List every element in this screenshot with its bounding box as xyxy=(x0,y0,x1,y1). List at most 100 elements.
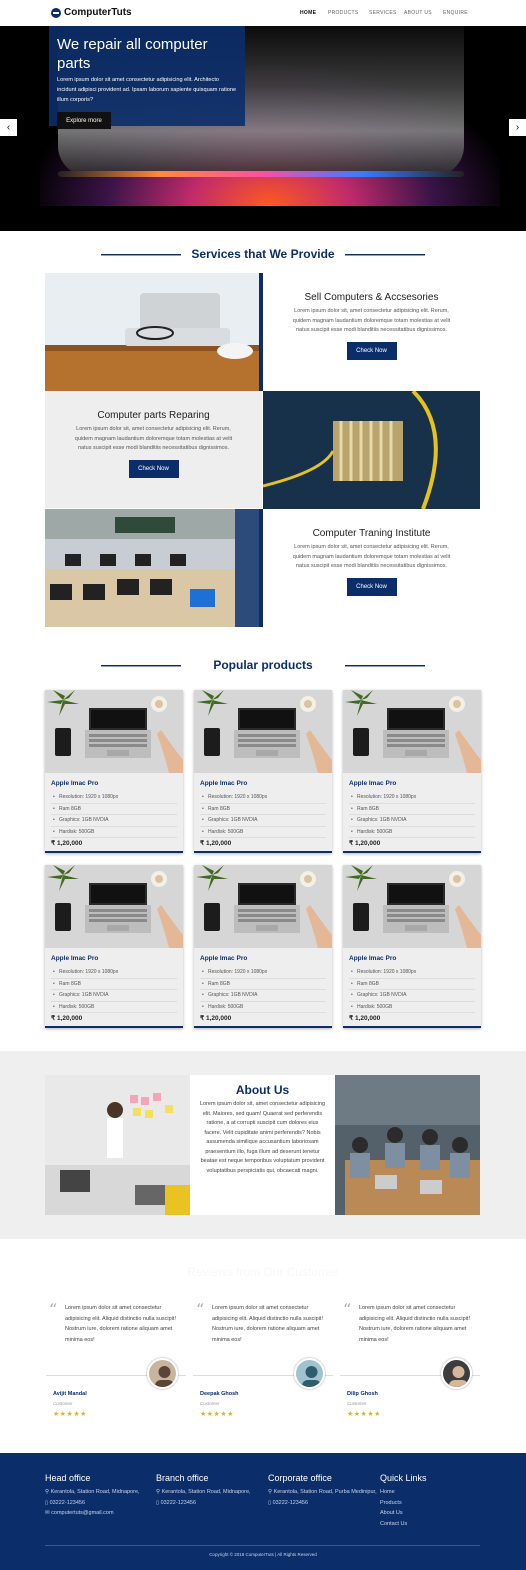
product-image xyxy=(343,865,481,948)
product-name[interactable]: Apple Imac Pro xyxy=(349,780,396,787)
product-spec: Graphics: 1GB NVDIA xyxy=(200,815,326,827)
footer-branch-office: Branch office ⚲ Kerantola, Station Road,… xyxy=(156,1473,266,1508)
footer-quick-links: Quick Links Home Products About Us Conta… xyxy=(380,1473,490,1529)
footer-phone: 03222-123456 xyxy=(49,1499,86,1506)
about-title: About Us xyxy=(235,1083,290,1097)
product-name[interactable]: Apple Imac Pro xyxy=(51,955,98,962)
footer-heading: Branch office xyxy=(156,1473,209,1483)
footer-link-about-us[interactable]: About Us xyxy=(380,1508,490,1519)
check-now-button[interactable]: Check Now xyxy=(128,459,179,478)
product-card[interactable]: Apple Imac Pro Resolution: 1920 x 1080pxR… xyxy=(194,690,332,853)
explore-more-button[interactable]: Explore more xyxy=(57,112,111,129)
footer-heading: Head office xyxy=(45,1473,91,1483)
product-price: ₹ 1,20,000 xyxy=(349,840,381,847)
service-image-institute xyxy=(45,509,262,627)
product-image xyxy=(194,865,332,948)
product-spec: Hardisk: 500GB xyxy=(51,827,177,838)
product-spec: Resolution: 1920 x 1080px xyxy=(349,792,475,804)
nav-about-us[interactable]: ABOUT US xyxy=(404,10,432,16)
product-specs: Resolution: 1920 x 1080pxRam 8GBGraphics… xyxy=(349,792,475,838)
product-name[interactable]: Apple Imac Pro xyxy=(200,955,247,962)
product-card[interactable]: Apple Imac Pro Resolution: 1920 x 1080pxR… xyxy=(45,865,183,1028)
service-panel-repair: Computer parts Reparing Lorem ipsum dolo… xyxy=(45,391,262,508)
product-spec: Resolution: 1920 x 1080px xyxy=(51,792,177,804)
product-price: ₹ 1,20,000 xyxy=(51,1015,83,1022)
rating-stars-icon: ★★★★★ xyxy=(200,1411,234,1418)
service-image-accessories xyxy=(45,273,262,391)
product-price: ₹ 1,20,000 xyxy=(51,840,83,847)
about-text: Lorem ipsum dolor sit, amet consectetur … xyxy=(199,1101,326,1174)
product-name[interactable]: Apple Imac Pro xyxy=(51,780,98,787)
about-image-right xyxy=(335,1075,480,1215)
products-title: Popular products xyxy=(213,658,313,672)
product-spec: Ram 8GB xyxy=(349,979,475,990)
service-image-repair xyxy=(263,391,480,509)
footer-email[interactable]: computertuts@gmail.com xyxy=(51,1510,113,1516)
footer-link-home[interactable]: Home xyxy=(380,1487,490,1498)
product-spec: Graphics: 1GB NVDIA xyxy=(349,990,475,1002)
product-spec: Resolution: 1920 x 1080px xyxy=(349,967,475,979)
footer-heading: Corporate office xyxy=(268,1473,332,1483)
check-now-button[interactable]: Check Now xyxy=(346,341,397,360)
service-title: Sell Computers & Accsesories xyxy=(304,292,439,303)
footer-link-products[interactable]: Products xyxy=(380,1498,490,1509)
product-name[interactable]: Apple Imac Pro xyxy=(349,955,396,962)
rating-stars-icon: ★★★★★ xyxy=(347,1411,381,1418)
check-now-button[interactable]: Check Now xyxy=(346,577,397,596)
nav-services[interactable]: SERVICES xyxy=(369,10,397,16)
reviewer-name: Deepak Ghosh xyxy=(200,1391,239,1397)
review-text: Lorem ipsum dolor sit amet consectetur a… xyxy=(65,1305,176,1343)
product-image xyxy=(194,690,332,773)
reviewer-role: Customer xyxy=(200,1401,220,1406)
product-spec: Hardisk: 500GB xyxy=(200,1002,326,1013)
about-image-left xyxy=(45,1075,190,1215)
footer-divider xyxy=(45,1545,480,1546)
globe-icon xyxy=(51,7,61,18)
navbar: ComputerTuts HOME PRODUCTS SERVICES ABOU… xyxy=(0,0,526,26)
footer-head-office: Head office ⚲ Kerantola, Station Road, M… xyxy=(45,1473,155,1519)
brand-logo[interactable]: ComputerTuts xyxy=(51,7,132,18)
review-text: Lorem ipsum dolor sit amet consectetur a… xyxy=(359,1305,470,1343)
product-name[interactable]: Apple Imac Pro xyxy=(200,780,247,787)
footer-corporate-office: Corporate office ⚲ Kerantola, Station Ro… xyxy=(268,1473,378,1508)
footer-heading: Quick Links xyxy=(380,1473,427,1483)
footer-address: Kerantola, Station Road, Midnapore, xyxy=(50,1489,140,1495)
carousel-next-icon[interactable]: › xyxy=(509,119,526,136)
product-spec: Ram 8GB xyxy=(200,804,326,815)
product-card[interactable]: Apple Imac Pro Resolution: 1920 x 1080pxR… xyxy=(343,865,481,1028)
product-spec: Hardisk: 500GB xyxy=(349,1002,475,1013)
nav-products[interactable]: PRODUCTS xyxy=(328,10,358,16)
product-price: ₹ 1,20,000 xyxy=(200,1015,232,1022)
service-panel-institute: Computer Traning Institute Lorem ipsum d… xyxy=(263,509,480,626)
service-title: Computer Traning Institute xyxy=(312,528,431,539)
reviewer-name: Dilip Ghosh xyxy=(347,1391,378,1397)
service-text: Lorem ipsum dolor sit, amet consectetur … xyxy=(292,544,451,569)
footer-phone: 03222-123456 xyxy=(160,1499,197,1506)
product-price: ₹ 1,20,000 xyxy=(349,1015,381,1022)
quote-icon: “ xyxy=(343,1300,352,1319)
product-image xyxy=(343,690,481,773)
services-title: Services that We Provide xyxy=(191,247,335,261)
product-specs: Resolution: 1920 x 1080pxRam 8GBGraphics… xyxy=(51,967,177,1013)
footer-link-contact-us[interactable]: Contact Us xyxy=(380,1519,490,1530)
product-specs: Resolution: 1920 x 1080pxRam 8GBGraphics… xyxy=(200,792,326,838)
brand-name: ComputerTuts xyxy=(64,7,132,18)
product-card[interactable]: Apple Imac Pro Resolution: 1920 x 1080pxR… xyxy=(194,865,332,1028)
product-specs: Resolution: 1920 x 1080pxRam 8GBGraphics… xyxy=(200,967,326,1013)
product-spec: Hardisk: 500GB xyxy=(349,827,475,838)
avatar xyxy=(147,1358,178,1389)
hero-caption: We repair all computer parts Lorem ipsum… xyxy=(49,26,245,126)
review-card: “ Lorem ipsum dolor sit amet consectetur … xyxy=(340,1300,480,1425)
nav-enquire[interactable]: ENQUIRE xyxy=(443,10,468,16)
hero-text: Lorem ipsum dolor sit amet consectetur a… xyxy=(57,77,237,103)
carousel-prev-icon[interactable]: ‹ xyxy=(0,119,17,136)
product-specs: Resolution: 1920 x 1080pxRam 8GBGraphics… xyxy=(349,967,475,1013)
product-card[interactable]: Apple Imac Pro Resolution: 1920 x 1080pxR… xyxy=(45,690,183,853)
product-price: ₹ 1,20,000 xyxy=(200,840,232,847)
product-card[interactable]: Apple Imac Pro Resolution: 1920 x 1080pxR… xyxy=(343,690,481,853)
product-spec: Resolution: 1920 x 1080px xyxy=(51,967,177,979)
reviews-title: Reviews from Our Customer xyxy=(187,1265,339,1279)
nav-home[interactable]: HOME xyxy=(300,10,316,16)
product-spec: Graphics: 1GB NVDIA xyxy=(51,990,177,1002)
hero-title: We repair all computer parts xyxy=(57,36,208,72)
